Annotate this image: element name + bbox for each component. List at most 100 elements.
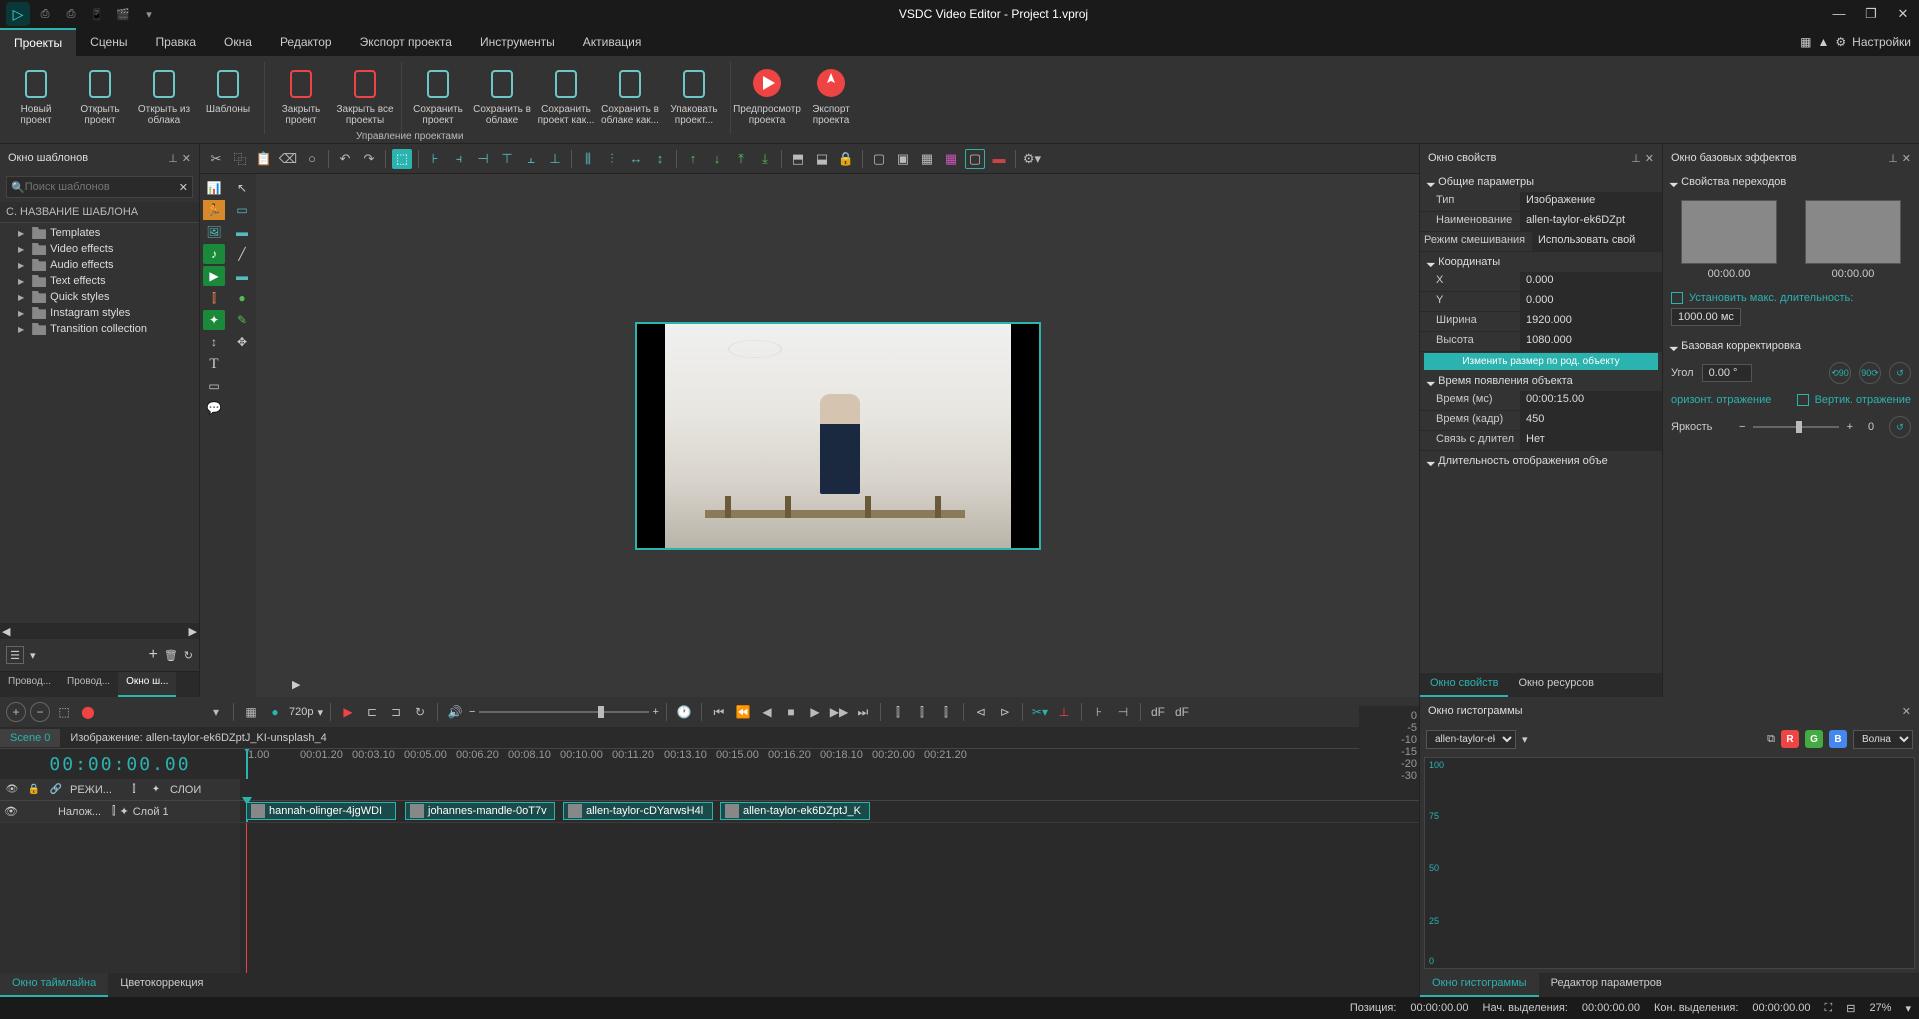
max-duration-input[interactable] bbox=[1671, 308, 1741, 326]
histogram-tab-0[interactable]: Окно гистограммы bbox=[1420, 973, 1539, 997]
align-center-h-icon[interactable]: ⫞ bbox=[449, 149, 469, 169]
template-item-4[interactable]: Quick styles bbox=[0, 289, 199, 305]
rect-solid-tool-icon[interactable]: ▬ bbox=[231, 266, 253, 286]
render-icon[interactable]: ▦ bbox=[241, 702, 261, 722]
transition-preview-1[interactable] bbox=[1681, 200, 1777, 264]
rotate-right-icon[interactable]: 90⟳ bbox=[1859, 362, 1881, 384]
add-icon[interactable]: + bbox=[148, 646, 157, 664]
arrow-down-icon[interactable]: ↓ bbox=[707, 149, 727, 169]
grid-icon-3[interactable]: ▦ bbox=[917, 149, 937, 169]
histogram-tab-1[interactable]: Редактор параметров bbox=[1539, 973, 1674, 997]
rect-tool-icon[interactable]: ▭ bbox=[231, 200, 253, 220]
go-start-icon[interactable]: ⏮ bbox=[709, 702, 729, 722]
clip-3[interactable]: allen-taylor-ek6DZptJ_K bbox=[720, 802, 870, 820]
ribbon-открыть-проект[interactable]: Открыть проект bbox=[68, 62, 132, 128]
align-middle-icon[interactable]: ⫠ bbox=[521, 149, 541, 169]
templates-search[interactable]: 🔍 ✕ bbox=[6, 176, 193, 198]
cut-tool-icon[interactable]: ✂▾ bbox=[1030, 702, 1050, 722]
left-tab-2[interactable]: Окно ш... bbox=[118, 672, 176, 697]
volume-minus[interactable]: − bbox=[469, 706, 475, 718]
waveform-tool-icon[interactable]: ⫿ bbox=[203, 288, 225, 308]
lock-header-icon[interactable]: 🔒 bbox=[26, 784, 42, 795]
hflip-label[interactable]: оризонт. отражение bbox=[1671, 394, 1771, 406]
clock-icon[interactable]: 🕐 bbox=[674, 702, 694, 722]
template-item-2[interactable]: Audio effects bbox=[0, 257, 199, 273]
quality-label[interactable]: 720p bbox=[289, 706, 313, 718]
resize-to-parent-button[interactable]: Изменить размер по род. объекту bbox=[1424, 353, 1658, 370]
copy-icon[interactable]: ⿻ bbox=[230, 149, 250, 169]
props-tab-1[interactable]: Окно ресурсов bbox=[1508, 673, 1603, 697]
ribbon-сохранить-в-облаке-как-[interactable]: Сохранить в облаке как... bbox=[598, 62, 662, 128]
chart-tool-icon[interactable]: 📊 bbox=[203, 178, 225, 198]
reset-brightness-icon[interactable]: ↺ bbox=[1889, 416, 1911, 438]
settings-label[interactable]: Настройки bbox=[1852, 35, 1911, 49]
appearance-section[interactable]: Время появления объекта bbox=[1420, 371, 1662, 391]
loop-icon[interactable]: ↻ bbox=[410, 702, 430, 722]
left-tab-0[interactable]: Провод... bbox=[0, 672, 59, 697]
menu-tab-6[interactable]: Инструменты bbox=[466, 28, 569, 56]
tl-tool-1[interactable]: ⊦ bbox=[1089, 702, 1109, 722]
arrow-tool-icon[interactable]: ↕ bbox=[203, 332, 225, 352]
blend-value[interactable]: Использовать свой bbox=[1532, 232, 1662, 251]
brightness-minus[interactable]: − bbox=[1739, 421, 1745, 433]
arrow-bottom-icon[interactable]: ⤓ bbox=[755, 149, 775, 169]
menu-tab-5[interactable]: Экспорт проекта bbox=[346, 28, 466, 56]
shape-icon[interactable]: ○ bbox=[302, 149, 322, 169]
width-value[interactable]: 1920.000 bbox=[1520, 312, 1662, 331]
template-item-6[interactable]: Transition collection bbox=[0, 321, 199, 337]
menu-tab-1[interactable]: Сцены bbox=[76, 28, 141, 56]
distribute-v-icon[interactable]: ⫶ bbox=[602, 149, 622, 169]
play-red-icon[interactable]: ▶ bbox=[338, 702, 358, 722]
props-tab-0[interactable]: Окно свойств bbox=[1420, 673, 1508, 697]
dropdown-icon[interactable]: ▾ bbox=[30, 649, 36, 662]
canvas-play-icon[interactable]: ▶ bbox=[292, 678, 300, 691]
ellipse-tool-icon[interactable]: ● bbox=[231, 288, 253, 308]
delete-icon[interactable]: 🗑 bbox=[164, 649, 178, 662]
link-value[interactable]: Нет bbox=[1520, 431, 1662, 450]
layout-icon[interactable]: ▦ bbox=[1800, 35, 1811, 49]
rewind-icon[interactable]: ⏪ bbox=[733, 702, 753, 722]
ungroup-icon[interactable]: ⬓ bbox=[812, 149, 832, 169]
clear-search-icon[interactable]: ✕ bbox=[179, 181, 188, 194]
track-audio-icon[interactable]: ⫿ bbox=[112, 805, 116, 818]
audio-header-icon[interactable]: ⫿ bbox=[126, 784, 142, 795]
track-fx-icon[interactable]: ✦ bbox=[120, 805, 129, 818]
template-item-0[interactable]: Templates bbox=[0, 225, 199, 241]
pin-icon[interactable]: ⊥ bbox=[1888, 152, 1898, 165]
tl-tool-3[interactable]: dF bbox=[1148, 702, 1168, 722]
timeline-tab-1[interactable]: Цветокоррекция bbox=[108, 973, 215, 997]
effect-tool-icon[interactable]: ✦ bbox=[203, 310, 225, 330]
zoom-fit-icon[interactable]: ⛶ bbox=[1825, 1002, 1833, 1015]
clip-2[interactable]: allen-taylor-cDYarwsH4l bbox=[563, 802, 713, 820]
histogram-source-select[interactable]: allen-taylor-ek6D bbox=[1426, 730, 1516, 749]
move-tool-icon[interactable]: ✥ bbox=[231, 332, 253, 352]
line-tool-icon[interactable]: ╱ bbox=[231, 244, 253, 264]
scroll-right-icon[interactable]: ▶ bbox=[189, 625, 197, 638]
grid-icon-6[interactable]: ▬ bbox=[989, 149, 1009, 169]
ribbon-сохранить-проект-как-[interactable]: Сохранить проект как... bbox=[534, 62, 598, 128]
qat-icon-2[interactable]: ⎙ bbox=[62, 5, 80, 23]
close-panel-icon[interactable]: ✕ bbox=[1902, 705, 1911, 718]
grid-icon-2[interactable]: ▣ bbox=[893, 149, 913, 169]
go-end-icon[interactable]: ⏭ bbox=[853, 702, 873, 722]
scroll-left-icon[interactable]: ◀ bbox=[2, 625, 10, 638]
grid-icon-5[interactable]: ▢ bbox=[965, 149, 985, 169]
qat-dropdown[interactable]: ▾ bbox=[140, 5, 158, 23]
menu-tab-0[interactable]: Проекты bbox=[0, 28, 76, 56]
same-width-icon[interactable]: ↔ bbox=[626, 149, 646, 169]
align-top-icon[interactable]: ⊤ bbox=[497, 149, 517, 169]
ribbon-экспорт-проекта[interactable]: Экспорт проекта bbox=[799, 62, 863, 128]
play-icon[interactable]: ▶ bbox=[805, 702, 825, 722]
angle-input[interactable] bbox=[1702, 364, 1752, 382]
refresh-icon[interactable]: ↻ bbox=[184, 649, 193, 662]
histo-dropdown-1[interactable]: ▾ bbox=[1522, 733, 1528, 746]
time-frame-value[interactable]: 450 bbox=[1520, 411, 1662, 430]
arrow-up-icon[interactable]: ↑ bbox=[683, 149, 703, 169]
template-item-1[interactable]: Video effects bbox=[0, 241, 199, 257]
reset-angle-icon[interactable]: ↺ bbox=[1889, 362, 1911, 384]
split-icon-3[interactable]: ⫿ bbox=[936, 702, 956, 722]
template-item-3[interactable]: Text effects bbox=[0, 273, 199, 289]
ribbon-упаковать-проект-[interactable]: Упаковать проект... bbox=[662, 62, 726, 128]
rect-fill-tool-icon[interactable]: ▬ bbox=[231, 222, 253, 242]
volume-icon[interactable]: 🔊 bbox=[445, 702, 465, 722]
